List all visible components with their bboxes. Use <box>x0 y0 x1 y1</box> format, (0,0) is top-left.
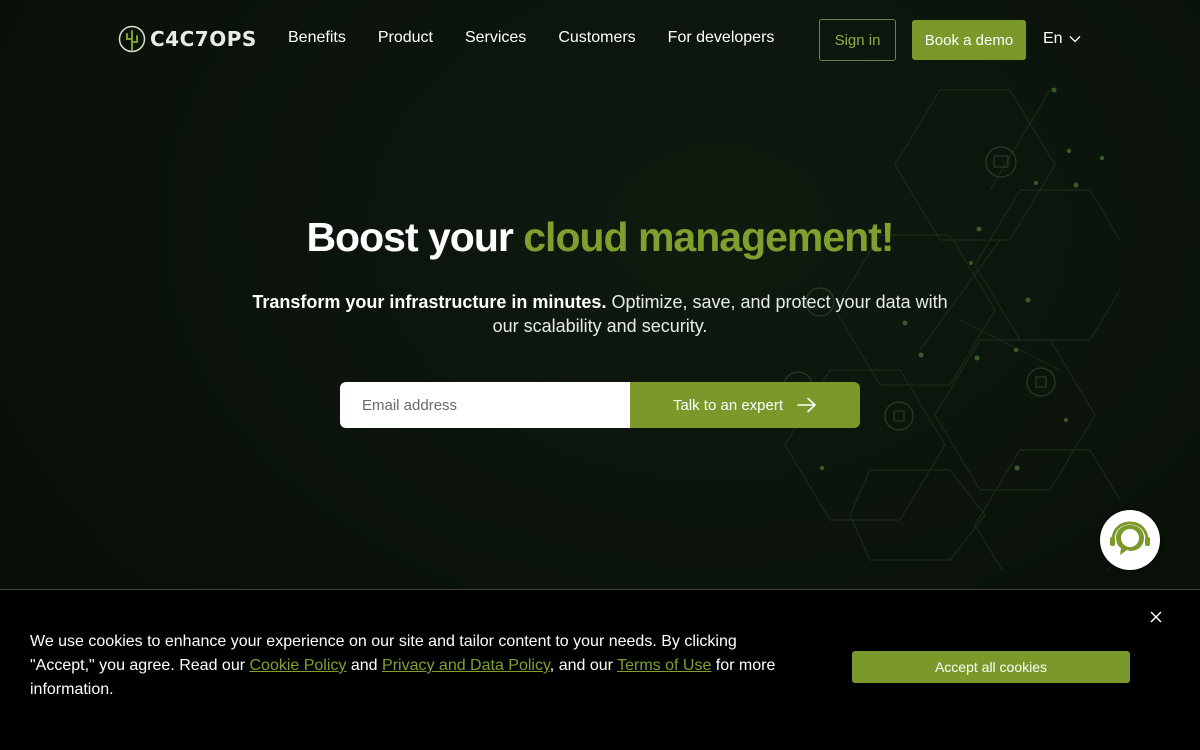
accept-cookies-button[interactable]: Accept all cookies <box>852 651 1130 683</box>
arrow-right-icon <box>797 397 816 413</box>
language-selector[interactable]: En <box>1043 30 1081 48</box>
cookie-policy-link[interactable]: Cookie Policy <box>249 657 346 674</box>
hero-subtitle-bold: Transform your infrastructure in minutes… <box>252 292 607 312</box>
hero-title: Boost your cloud management! <box>0 214 1200 261</box>
close-icon <box>1150 611 1162 623</box>
sign-in-button[interactable]: Sign in <box>819 19 896 61</box>
nav-for-developers[interactable]: For developers <box>668 29 775 47</box>
logo-text: C4C7OPS <box>150 27 257 51</box>
chevron-down-icon <box>1069 36 1081 43</box>
hero-title-plain: Boost your <box>306 214 524 260</box>
cookie-text-part-3: , and our <box>549 657 618 674</box>
nav-customers[interactable]: Customers <box>558 29 635 47</box>
logo[interactable]: C4C7OPS <box>118 25 257 53</box>
privacy-policy-link[interactable]: Privacy and Data Policy <box>382 657 550 674</box>
terms-of-use-link[interactable]: Terms of Use <box>617 657 711 674</box>
nav-product[interactable]: Product <box>378 29 433 47</box>
chat-support-button[interactable] <box>1100 510 1160 570</box>
email-input[interactable] <box>340 382 630 428</box>
hero-subtitle: Transform your infrastructure in minutes… <box>240 290 960 338</box>
talk-to-expert-label: Talk to an expert <box>672 396 784 414</box>
cookie-text-part-2: and <box>346 657 383 674</box>
chat-support-icon <box>1110 521 1150 555</box>
cookie-banner: We use cookies to enhance your experienc… <box>0 589 1200 750</box>
talk-to-expert-button[interactable]: Talk to an expert <box>630 382 860 428</box>
nav-benefits[interactable]: Benefits <box>288 29 346 47</box>
hero-title-accent: cloud management! <box>523 214 894 260</box>
close-cookie-button[interactable] <box>1148 609 1164 625</box>
cactus-icon <box>118 25 146 53</box>
nav-services[interactable]: Services <box>465 29 526 47</box>
language-label: En <box>1043 30 1063 47</box>
book-demo-button[interactable]: Book a demo <box>912 20 1026 60</box>
site-header: C4C7OPS Benefits Product Services Custom… <box>0 0 1200 80</box>
email-form: Talk to an expert <box>340 382 860 428</box>
main-nav: Benefits Product Services Customers For … <box>288 29 774 47</box>
landing-page: C4C7OPS Benefits Product Services Custom… <box>0 0 1200 750</box>
cookie-text: We use cookies to enhance your experienc… <box>30 630 800 702</box>
